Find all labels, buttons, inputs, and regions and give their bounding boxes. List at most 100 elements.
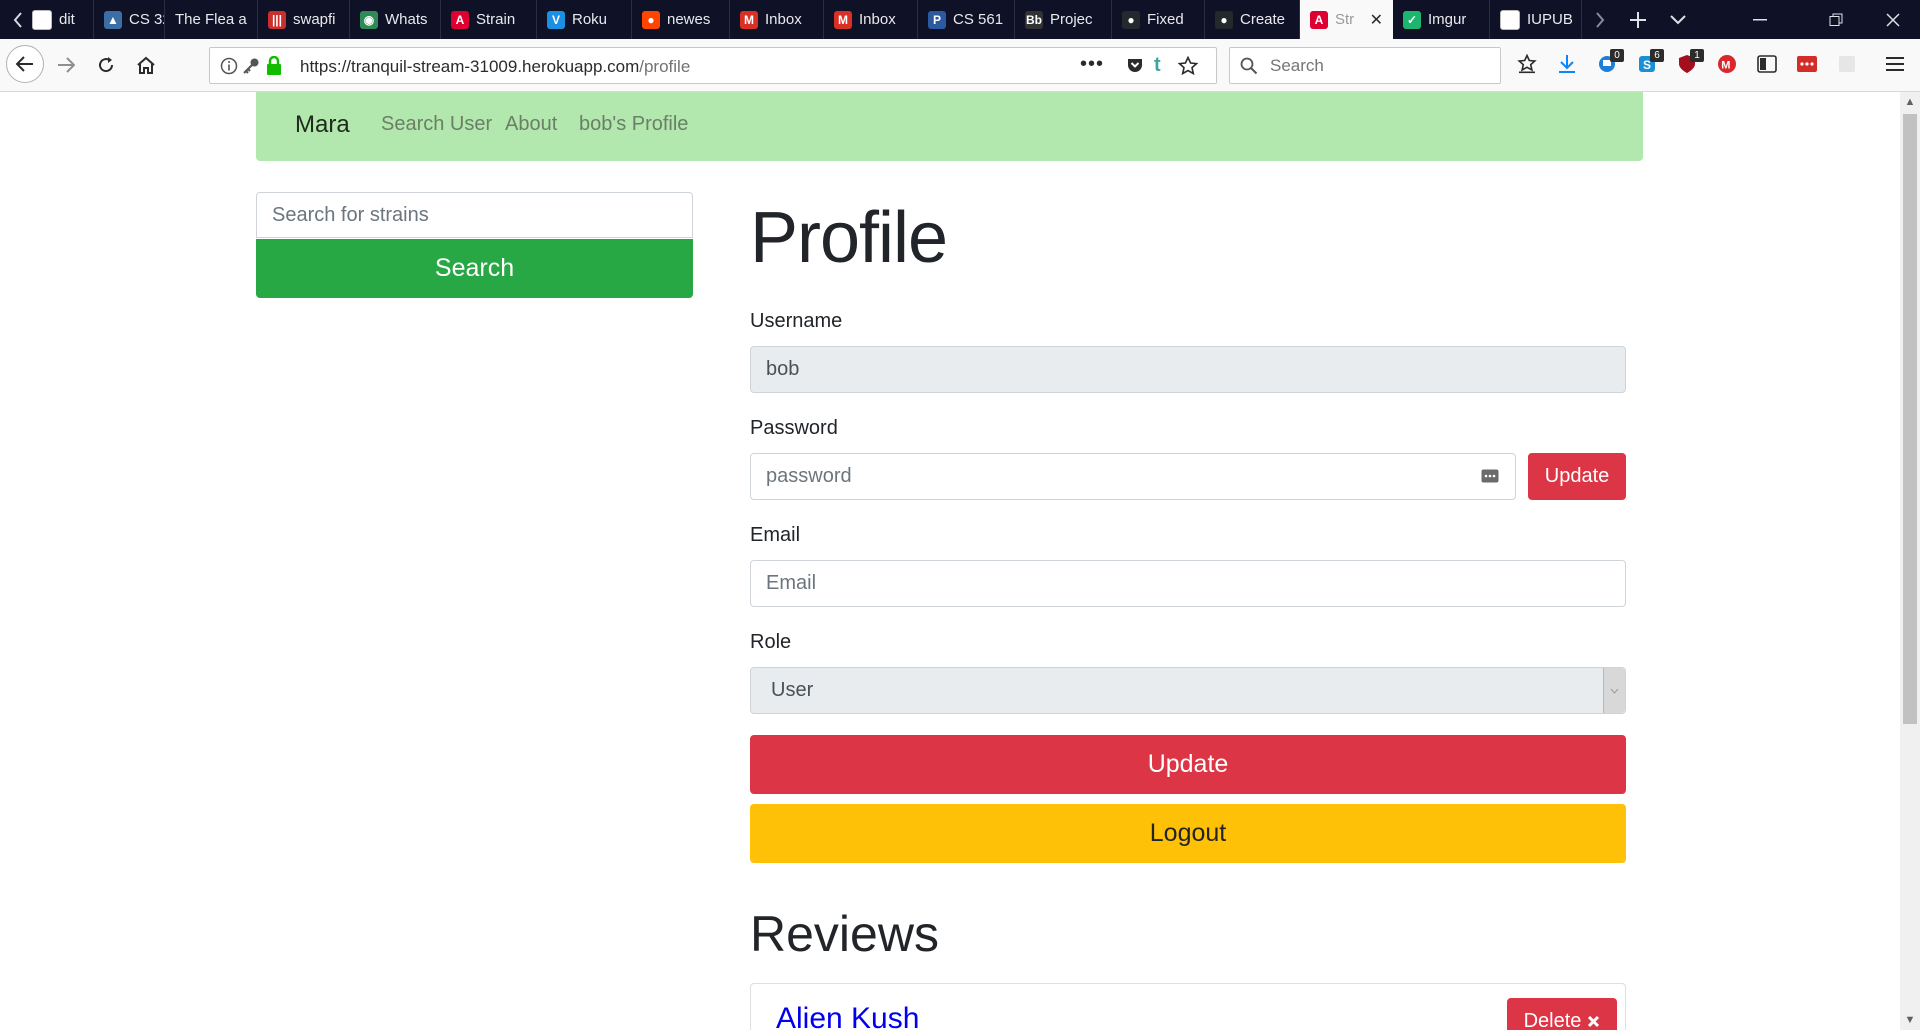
extension-4-button[interactable]: M	[1710, 47, 1744, 81]
browser-tab[interactable]: ✓ Imgur	[1393, 0, 1490, 39]
extension-2-badge: 6	[1650, 49, 1664, 62]
angular-icon: A	[1310, 10, 1328, 29]
browser-tab[interactable]: M Inbox	[730, 0, 824, 39]
scroll-down-arrow[interactable]: ▼	[1900, 1010, 1920, 1030]
nav-link-profile[interactable]: bob's Profile	[579, 113, 688, 136]
tumblr-icon[interactable]: t	[1154, 54, 1161, 77]
browser-tab[interactable]: V Roku	[537, 0, 632, 39]
browser-tab[interactable]: A Strain	[441, 0, 537, 39]
url-path: /profile	[639, 57, 691, 76]
email-field[interactable]	[750, 560, 1626, 607]
reload-button[interactable]	[88, 47, 124, 83]
browser-tab[interactable]: ||| swapfi	[258, 0, 350, 39]
scroll-tabs-right-button[interactable]	[1582, 0, 1618, 39]
github-icon: ●	[1122, 10, 1140, 29]
browser-tab[interactable]: Bb Projec	[1015, 0, 1112, 39]
browser-tab[interactable]: ● newes	[632, 0, 730, 39]
browser-search-input[interactable]	[1268, 54, 1492, 78]
navigation-toolbar: https://tranquil-stream-31009.herokuapp.…	[0, 39, 1920, 92]
browser-tab[interactable]: M Inbox	[824, 0, 918, 39]
strain-search-input[interactable]	[256, 192, 693, 238]
browser-tab[interactable]: ● Fixed	[1112, 0, 1205, 39]
role-label: Role	[750, 631, 792, 653]
bookmarks-menu-button[interactable]	[1510, 47, 1544, 81]
minimize-button[interactable]	[1730, 0, 1790, 39]
search-bar[interactable]	[1229, 47, 1501, 84]
page-scrollbar[interactable]: ▲ ▼	[1900, 92, 1920, 1030]
password-field[interactable]	[750, 453, 1516, 500]
browser-tab[interactable]: A Str ✕	[1300, 0, 1393, 39]
close-window-button[interactable]	[1866, 0, 1920, 39]
tab-label: Imgur	[1428, 11, 1467, 28]
forward-button[interactable]	[48, 47, 84, 83]
home-icon	[137, 56, 155, 74]
review-card: Alien Kush Delete	[750, 983, 1626, 1030]
tab-label: Str	[1335, 11, 1355, 28]
browser-tab[interactable]: dit	[22, 0, 94, 39]
hamburger-menu-icon	[1886, 57, 1904, 71]
extension-2-button[interactable]: S 6	[1630, 47, 1664, 81]
globe-icon: ◉	[360, 10, 378, 29]
home-button[interactable]	[128, 47, 164, 83]
tab-label: Roku	[572, 11, 608, 28]
bookmark-star-icon[interactable]	[1178, 56, 1198, 76]
page-icon	[32, 9, 52, 30]
browser-tab[interactable]: P CS 561	[918, 0, 1015, 39]
password-update-button[interactable]: Update	[1528, 453, 1626, 500]
info-icon[interactable]	[220, 57, 238, 75]
extension-3-button[interactable]: 1	[1670, 47, 1704, 81]
review-delete-button[interactable]: Delete	[1507, 998, 1617, 1030]
scrollbar-thumb[interactable]	[1903, 114, 1917, 724]
back-button[interactable]	[6, 45, 44, 83]
browser-tab[interactable]: ● Create	[1205, 0, 1300, 39]
close-tab-icon[interactable]: ✕	[1370, 10, 1383, 30]
select-caret[interactable]	[1603, 668, 1625, 713]
close-icon	[1886, 12, 1900, 27]
arrow-right-icon	[58, 57, 75, 73]
github-icon: ●	[1215, 10, 1233, 29]
site-brand[interactable]: Mara	[295, 111, 350, 139]
nav-link-about[interactable]: About	[505, 113, 557, 136]
svg-text:M: M	[1721, 60, 1730, 72]
strain-search-button[interactable]: Search	[256, 239, 693, 298]
app-menu-button[interactable]	[1878, 47, 1912, 81]
username-field[interactable]	[750, 346, 1626, 393]
url-bar[interactable]: https://tranquil-stream-31009.herokuapp.…	[209, 47, 1217, 84]
downloads-button[interactable]	[1550, 47, 1584, 81]
browser-tab[interactable]: The Flea a	[165, 0, 258, 39]
extension-1-button[interactable]: 0	[1590, 47, 1624, 81]
bb-icon: Bb	[1025, 10, 1043, 29]
new-tab-button[interactable]	[1620, 0, 1656, 39]
star-list-icon	[1517, 54, 1537, 74]
page-title: Profile	[750, 198, 948, 278]
plus-icon	[1630, 11, 1646, 28]
email-label: Email	[750, 524, 801, 546]
page-actions-menu-button[interactable]: •••	[1080, 53, 1104, 76]
url-text[interactable]: https://tranquil-stream-31009.herokuapp.…	[300, 57, 690, 77]
tab-strip: dit ▲ CS 320 The Flea a ||| swapfi ◉ Whats A Stra…	[0, 0, 1920, 39]
blank-extension-icon	[1839, 56, 1855, 72]
scroll-up-arrow[interactable]: ▲	[1900, 92, 1920, 112]
lock-icon[interactable]	[266, 56, 282, 76]
pocket-icon[interactable]	[1126, 57, 1144, 75]
logout-button[interactable]: Logout	[750, 804, 1626, 863]
browser-tab[interactable]: ◉ Whats	[350, 0, 441, 39]
restore-button[interactable]	[1806, 0, 1866, 39]
restore-icon	[1829, 13, 1843, 26]
browser-tab[interactable]: IUPUB	[1490, 0, 1582, 39]
update-profile-button[interactable]: Update	[750, 735, 1626, 794]
key-icon[interactable]	[242, 57, 260, 75]
review-strain-link[interactable]: Alien Kush	[776, 1002, 919, 1030]
sidebar-toggle-button[interactable]	[1750, 47, 1784, 81]
nav-link-search-user[interactable]: Search User	[381, 113, 492, 136]
browser-tab[interactable]: ▲ CS 320	[94, 0, 165, 39]
lock-icon: ▲	[104, 10, 122, 29]
reload-icon	[99, 57, 114, 73]
page-icon	[1500, 9, 1520, 30]
sidebar-icon	[1757, 55, 1777, 73]
password-manager-icon[interactable]	[1481, 469, 1499, 483]
role-select[interactable]: User	[750, 667, 1626, 714]
extension-5-button[interactable]	[1790, 47, 1824, 81]
extension-6-button[interactable]	[1830, 47, 1864, 81]
list-all-tabs-button[interactable]	[1660, 0, 1696, 39]
